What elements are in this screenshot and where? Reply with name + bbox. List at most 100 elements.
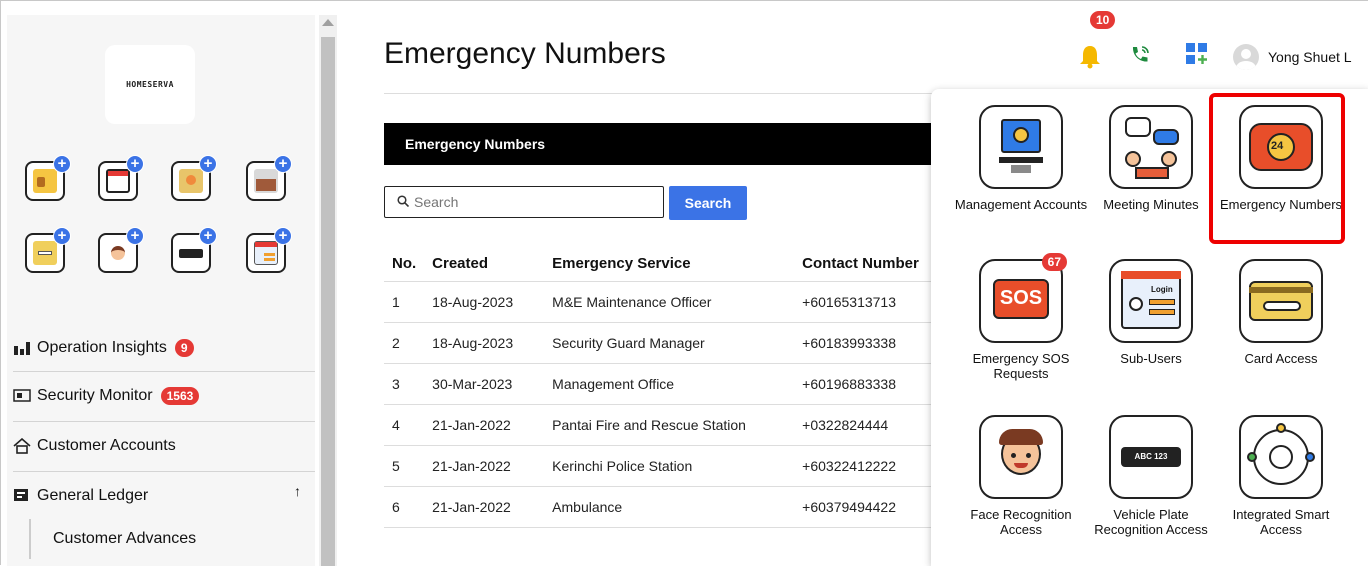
- table-row[interactable]: 2 18-Aug-2023 Security Guard Manager +60183…: [384, 321, 952, 363]
- plus-icon: +: [199, 155, 217, 173]
- plus-icon: +: [274, 227, 292, 245]
- app-management-accounts[interactable]: Management Accounts: [951, 105, 1091, 212]
- scroll-up-arrow-icon[interactable]: [322, 19, 334, 26]
- logo-text: HOMESERVA: [126, 80, 174, 89]
- app-window: HOMESERVA + + + + + + + + Operation Insi…: [0, 0, 1368, 566]
- property-shortcut-icon[interactable]: +: [246, 155, 292, 201]
- count-badge: 1563: [160, 387, 200, 405]
- table-row[interactable]: 6 21-Jan-2022 Ambulance +60379494422: [384, 485, 952, 528]
- sidebar-subitem-customer-advances[interactable]: Customer Advances: [29, 519, 309, 559]
- sub-users-icon: Login: [1109, 259, 1193, 343]
- table-row[interactable]: 5 21-Jan-2022 Kerinchi Police Station +6032…: [384, 444, 952, 486]
- app-integrated-smart-access[interactable]: Integrated Smart Access: [1211, 415, 1351, 537]
- divider: [13, 471, 315, 472]
- table-row[interactable]: 4 21-Jan-2022 Pantai Fire and Rescue Stati…: [384, 403, 952, 445]
- count-badge: 9: [174, 339, 194, 357]
- cell-no: 1: [384, 280, 425, 322]
- management-accounts-icon: [979, 105, 1063, 189]
- table-row[interactable]: 1 18-Aug-2023 M&E Maintenance Officer +6016…: [384, 280, 952, 322]
- plus-icon: +: [274, 155, 292, 173]
- cell-service: Management Office: [544, 362, 795, 404]
- cell-no: 2: [384, 321, 425, 363]
- plus-icon: +: [53, 155, 71, 173]
- apps-grid-icon[interactable]: [1185, 42, 1209, 66]
- monitor-icon: [13, 389, 31, 402]
- app-label: Emergency SOS Requests: [972, 351, 1070, 381]
- meeting-minutes-icon: [1109, 105, 1193, 189]
- scroll-thumb[interactable]: [321, 37, 335, 566]
- sidebar-item-customer-accounts[interactable]: Customer Accounts: [13, 427, 315, 465]
- column-header[interactable]: No.: [384, 247, 424, 281]
- cell-created: 18-Aug-2023: [424, 280, 545, 322]
- cell-service: M&E Maintenance Officer: [544, 280, 795, 322]
- sidebar-item-label: General Ledger: [37, 487, 149, 504]
- app-label: Meeting Minutes: [1103, 197, 1199, 212]
- login-shortcut-icon[interactable]: +: [246, 227, 292, 273]
- notification-badge: 10: [1090, 11, 1116, 29]
- cell-contact: +60322412222: [794, 444, 952, 486]
- column-header[interactable]: Contact Number: [794, 247, 951, 281]
- cell-contact: +60183993338: [794, 321, 952, 363]
- vehicle-plate-shortcut-icon[interactable]: +: [171, 227, 217, 273]
- cell-no: 3: [384, 362, 425, 404]
- cell-contact: +60379494422: [794, 485, 952, 528]
- sidebar-scrollbar[interactable]: [319, 15, 337, 566]
- vehicle-plate-icon: ABC 123: [1109, 415, 1193, 499]
- selected-app-highlight: [1209, 93, 1345, 244]
- app-face-recognition[interactable]: Face Recognition Access: [951, 415, 1091, 537]
- app-card-access[interactable]: Card Access: [1211, 259, 1351, 366]
- cell-contact: +60165313713: [794, 280, 952, 322]
- cell-no: 5: [384, 444, 425, 486]
- cell-no: 6: [384, 485, 425, 528]
- cell-contact: +60196883338: [794, 362, 952, 404]
- app-sub-users[interactable]: Login Sub-Users: [1081, 259, 1221, 366]
- sidebar-item-label: Operation Insights: [37, 339, 167, 356]
- bank-shortcut-icon[interactable]: +: [171, 155, 217, 201]
- divider: [384, 93, 944, 94]
- phone-icon[interactable]: [1129, 44, 1151, 66]
- face-shortcut-icon[interactable]: +: [98, 227, 144, 273]
- sos-icon: SOS 67: [979, 253, 1067, 343]
- cell-created: 21-Jan-2022: [424, 444, 545, 486]
- brand-logo[interactable]: HOMESERVA: [105, 45, 195, 124]
- plus-icon: +: [53, 227, 71, 245]
- app-label: Card Access: [1244, 351, 1318, 366]
- sidebar-item-label: Customer Accounts: [37, 437, 176, 454]
- home-icon: [13, 438, 31, 454]
- divider: [13, 421, 315, 422]
- app-vehicle-plate-recognition[interactable]: ABC 123 Vehicle Plate Recognition Access: [1081, 415, 1221, 537]
- cell-service: Kerinchi Police Station: [544, 444, 795, 486]
- id-card-shortcut-icon[interactable]: +: [25, 155, 71, 201]
- app-meeting-minutes[interactable]: Meeting Minutes: [1081, 105, 1221, 212]
- bar-chart-icon: [14, 342, 30, 355]
- cell-service: Security Guard Manager: [544, 321, 795, 363]
- emergency-numbers-table: No. Created Emergency Service Contact Nu…: [384, 247, 952, 528]
- avatar[interactable]: [1233, 44, 1259, 70]
- divider: [13, 371, 315, 372]
- search-input[interactable]: [384, 186, 664, 218]
- search-icon: [397, 195, 409, 207]
- calendar-shortcut-icon[interactable]: +: [98, 155, 144, 201]
- expand-arrow-icon[interactable]: ↑: [294, 483, 301, 499]
- app-emergency-sos[interactable]: SOS 67 Emergency SOS Requests: [951, 253, 1091, 381]
- cell-no: 4: [384, 403, 425, 445]
- column-header[interactable]: Created: [424, 247, 544, 281]
- smart-access-icon: [1239, 415, 1323, 499]
- table-header-row: No. Created Emergency Service Contact Nu…: [384, 247, 951, 281]
- table-row[interactable]: 3 30-Mar-2023 Management Office +6019688333…: [384, 362, 952, 404]
- sidebar-item-general-ledger[interactable]: General Ledger ↑: [13, 477, 315, 515]
- search-button[interactable]: Search: [669, 186, 747, 220]
- card-access-icon: [1239, 259, 1323, 343]
- section-header: Emergency Numbers: [384, 123, 944, 165]
- sidebar-item-label: Security Monitor: [37, 387, 153, 404]
- column-header[interactable]: Emergency Service: [544, 247, 794, 281]
- cell-created: 18-Aug-2023: [424, 321, 545, 363]
- bell-icon[interactable]: [1079, 43, 1101, 69]
- user-name[interactable]: Yong Shuet L: [1268, 49, 1352, 65]
- cell-contact: +0322824444: [794, 403, 952, 445]
- cell-created: 21-Jan-2022: [424, 485, 545, 528]
- sidebar-item-operation-insights[interactable]: Operation Insights 9: [13, 329, 315, 367]
- card-access-shortcut-icon[interactable]: +: [25, 227, 71, 273]
- sidebar-item-security-monitor[interactable]: Security Monitor 1563: [13, 377, 315, 415]
- cell-created: 21-Jan-2022: [424, 403, 545, 445]
